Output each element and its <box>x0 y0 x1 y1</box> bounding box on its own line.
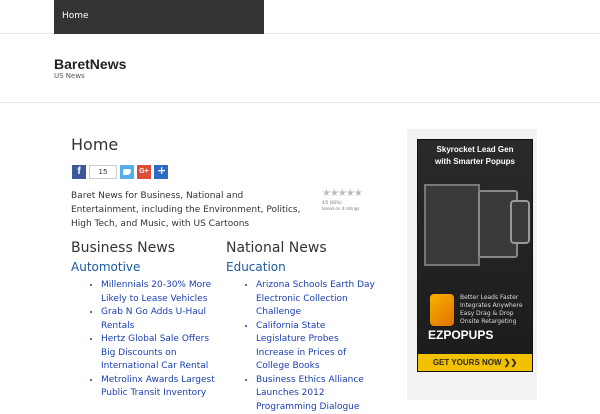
business-news-column: Business News Automotive Millennials 20-… <box>71 240 221 401</box>
ezpopups-ad[interactable]: Skyrocket Lead Gen with Smarter Popups B… <box>417 139 533 372</box>
ad-feature: Better Leads Faster <box>460 294 530 302</box>
ezpopups-logo-icon <box>430 294 454 326</box>
rating-widget[interactable]: ★★★★★ 4/5 (80%) based on 4 ratings <box>322 188 374 211</box>
site-header: BaretNews US News <box>0 35 600 103</box>
business-links: Millennials 20-30% More Likely to Lease … <box>71 279 221 401</box>
top-navigation: Home <box>54 0 264 34</box>
list-item: Arizona Schools Earth Day Electronic Col… <box>256 279 376 320</box>
twitter-share-button[interactable] <box>120 165 134 179</box>
share-count: 15 <box>89 165 117 179</box>
google-plus-share-button[interactable]: G+ <box>137 165 151 179</box>
site-tagline: US News <box>54 72 85 80</box>
list-item: Grab N Go Adds U-Haul Rentals <box>101 306 221 333</box>
rating-votes: based on 4 ratings <box>322 206 374 211</box>
rating-stars[interactable]: ★★★★★ <box>322 188 374 199</box>
intro-text: Baret News for Business, National and En… <box>71 189 311 231</box>
list-item: Millennials 20-30% More Likely to Lease … <box>101 279 221 306</box>
ad-feature-list: Better Leads Faster Integrates Anywhere … <box>460 294 530 326</box>
national-links: Arizona Schools Earth Day Electronic Col… <box>226 279 376 414</box>
national-article-link[interactable]: Business Ethics Alliance Launches 2012 P… <box>256 375 364 412</box>
list-item: Metrolinx Awards Largest Public Transit … <box>101 374 221 401</box>
phone-device-image <box>510 200 530 244</box>
page-title: Home <box>71 135 118 154</box>
list-item: California State Legislature Probes Incr… <box>256 320 376 374</box>
ad-feature: Onsite Retargeting <box>460 318 530 326</box>
rating-summary: 4/5 (80%) <box>322 200 374 205</box>
education-section-link[interactable]: Education <box>226 260 376 274</box>
ad-feature: Integrates Anywhere <box>460 302 530 310</box>
ad-subheadline: with Smarter Popups <box>418 157 532 166</box>
business-article-link[interactable]: Hertz Global Sale Offers Big Discounts o… <box>101 334 209 371</box>
ad-brand: EZPOPUPS <box>428 328 528 342</box>
automotive-section-link[interactable]: Automotive <box>71 260 221 274</box>
national-news-column: National News Education Arizona Schools … <box>226 240 376 414</box>
get-yours-now-button[interactable]: GET YOURS NOW ❯❯ <box>418 354 532 371</box>
national-news-title: National News <box>226 240 376 256</box>
national-article-link[interactable]: Arizona Schools Earth Day Electronic Col… <box>256 280 375 317</box>
desktop-device-image <box>424 184 480 266</box>
business-article-link[interactable]: Metrolinx Awards Largest Public Transit … <box>101 375 215 399</box>
business-news-title: Business News <box>71 240 221 256</box>
list-item: Hertz Global Sale Offers Big Discounts o… <box>101 333 221 374</box>
site-title[interactable]: BaretNews <box>54 56 126 72</box>
sidebar: Skyrocket Lead Gen with Smarter Popups B… <box>407 129 537 400</box>
business-article-link[interactable]: Grab N Go Adds U-Haul Rentals <box>101 307 206 331</box>
more-share-button[interactable] <box>154 165 168 179</box>
ad-feature: Easy Drag & Drop <box>460 310 530 318</box>
nav-home-link[interactable]: Home <box>62 11 89 21</box>
business-article-link[interactable]: Millennials 20-30% More Likely to Lease … <box>101 280 211 304</box>
ad-headline: Skyrocket Lead Gen <box>418 145 532 154</box>
facebook-share-button[interactable]: f <box>72 165 86 179</box>
list-item: Business Ethics Alliance Launches 2012 P… <box>256 374 376 414</box>
top-bar: Home <box>0 0 600 34</box>
national-article-link[interactable]: California State Legislature Probes Incr… <box>256 321 346 372</box>
